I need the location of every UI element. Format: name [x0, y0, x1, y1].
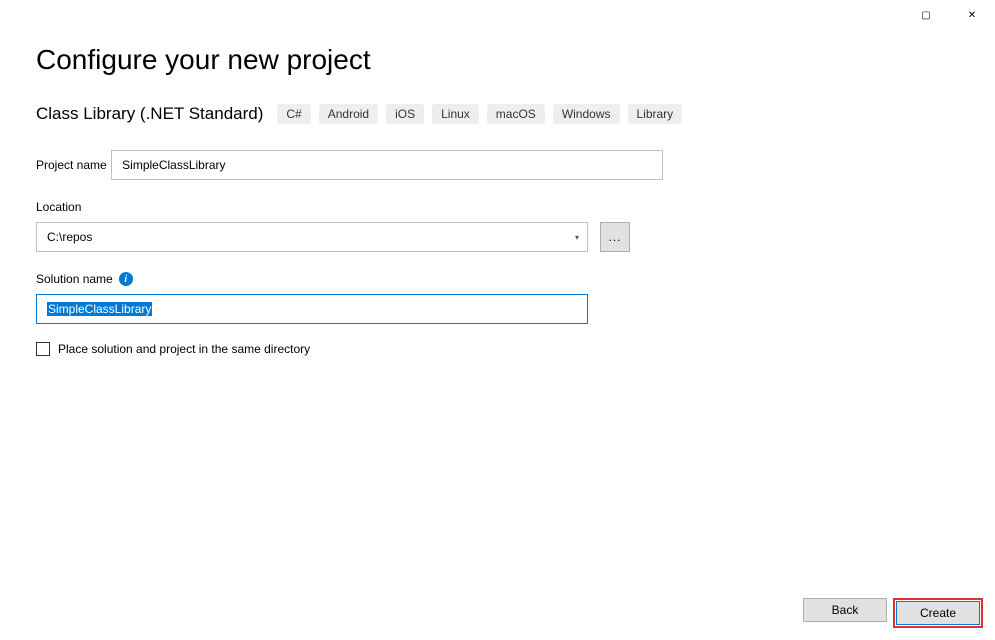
- maximize-button[interactable]: ▢: [903, 0, 949, 30]
- solution-name-value: SimpleClassLibrary: [47, 302, 152, 316]
- tag-windows: Windows: [553, 104, 620, 124]
- template-tags: C# Android iOS Linux macOS Windows Libra…: [277, 104, 682, 124]
- tag-linux: Linux: [432, 104, 479, 124]
- solution-name-label: Solution name: [36, 272, 113, 286]
- location-value: C:\repos: [47, 230, 92, 244]
- create-button[interactable]: Create: [896, 601, 980, 625]
- footer-buttons: Back Create: [803, 598, 983, 628]
- close-button[interactable]: ✕: [949, 0, 995, 30]
- tag-library: Library: [628, 104, 683, 124]
- info-icon[interactable]: i: [119, 272, 133, 286]
- tag-ios: iOS: [386, 104, 424, 124]
- tag-macos: macOS: [487, 104, 545, 124]
- project-name-label: Project name: [36, 158, 107, 172]
- tag-csharp: C#: [277, 104, 310, 124]
- close-icon: ✕: [968, 10, 976, 21]
- project-name-input[interactable]: [111, 150, 663, 180]
- tag-android: Android: [319, 104, 378, 124]
- solution-name-input[interactable]: SimpleClassLibrary: [36, 294, 588, 324]
- template-row: Class Library (.NET Standard) C# Android…: [36, 104, 959, 124]
- location-combo[interactable]: C:\repos ▾: [36, 222, 588, 252]
- template-name: Class Library (.NET Standard): [36, 104, 263, 124]
- chevron-down-icon: ▾: [575, 233, 579, 242]
- page-title: Configure your new project: [36, 44, 959, 76]
- location-label: Location: [36, 200, 81, 214]
- browse-button[interactable]: ...: [600, 222, 630, 252]
- titlebar: ▢ ✕: [903, 0, 995, 30]
- maximize-icon: ▢: [921, 10, 930, 21]
- back-button[interactable]: Back: [803, 598, 887, 622]
- browse-label: ...: [608, 230, 621, 244]
- same-directory-checkbox[interactable]: [36, 342, 50, 356]
- same-directory-label: Place solution and project in the same d…: [58, 342, 310, 356]
- create-button-highlight: Create: [893, 598, 983, 628]
